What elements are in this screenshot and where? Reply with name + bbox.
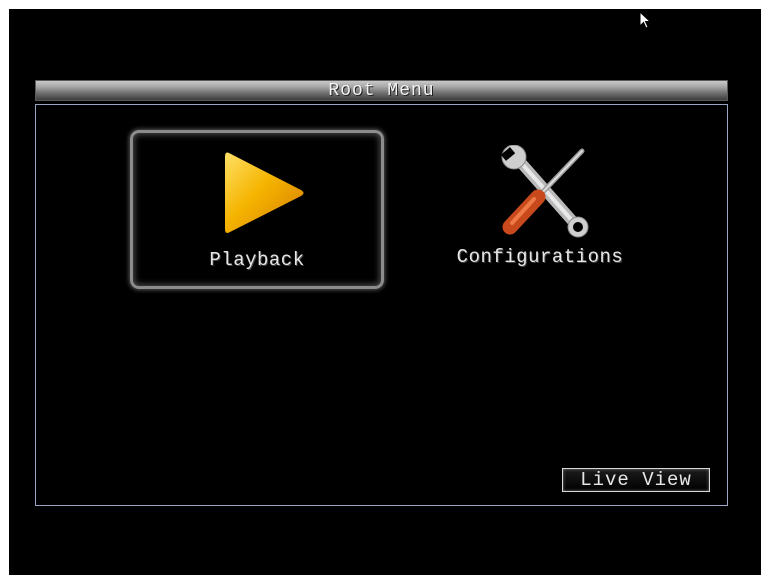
configurations-button[interactable]: Configurations: [420, 130, 660, 289]
playback-button[interactable]: Playback: [130, 130, 384, 289]
dialog-title: Root Menu: [328, 81, 435, 101]
mouse-pointer-icon: [639, 11, 652, 29]
configurations-label: Configurations: [456, 246, 624, 268]
play-icon: [225, 152, 304, 233]
live-view-button[interactable]: Live View: [562, 468, 710, 492]
wrench-screwdriver-icon: [500, 145, 589, 238]
playback-label: Playback: [209, 249, 305, 271]
title-bar: Root Menu: [35, 80, 728, 101]
